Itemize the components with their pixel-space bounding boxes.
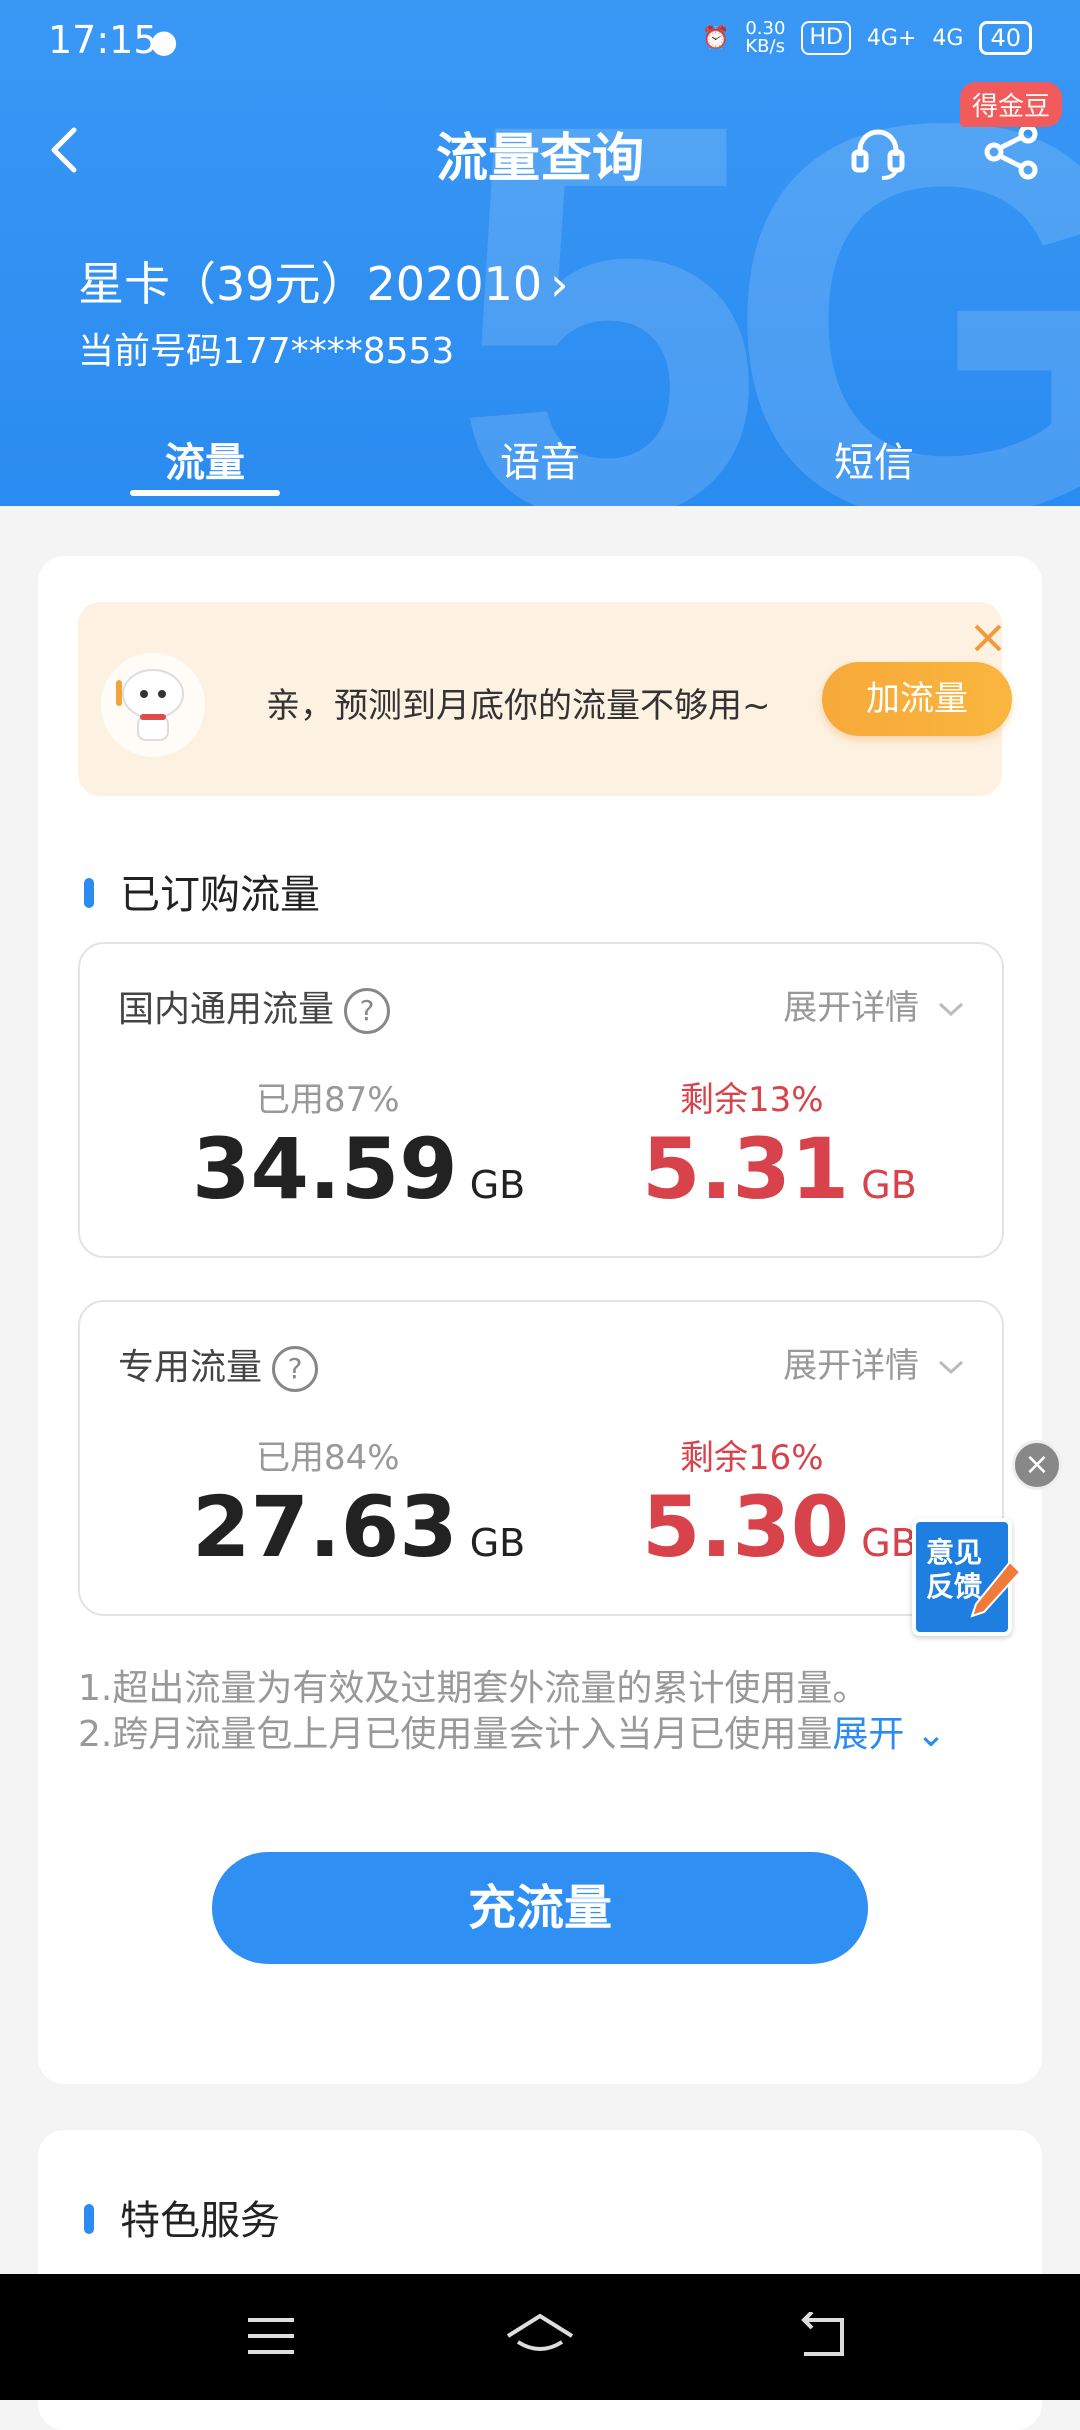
unit-label: GB — [469, 1163, 526, 1207]
tab-voice[interactable]: 语音 — [440, 430, 640, 488]
expand-details-link[interactable]: 展开详情 — [783, 1338, 966, 1387]
remain-amount: 5.30 GB — [642, 1478, 917, 1576]
chevron-right-icon: › — [550, 257, 569, 311]
used-amount: 27.63 GB — [192, 1478, 525, 1576]
top-nav: 流量查询 — [0, 100, 1080, 200]
usage-card-domestic: 国内通用流量? 展开详情 已用87% 剩余13% 34.59 GB 5.31 GB — [78, 942, 1004, 1258]
chevron-down-icon — [938, 1002, 964, 1017]
plan-name: 星卡（39元）202010 — [78, 257, 543, 311]
tab-data[interactable]: 流量 — [105, 430, 305, 488]
net-speed-unit: KB/s — [745, 36, 785, 57]
chevron-down-icon — [938, 1360, 964, 1375]
section-label: 特色服务 — [120, 2198, 280, 2244]
used-amount: 34.59 GB — [192, 1120, 525, 1218]
unit-label: GB — [469, 1521, 526, 1565]
usage-name: 国内通用流量? — [118, 980, 391, 1034]
section-accent-bar — [84, 878, 94, 908]
unit-label: GB — [861, 1163, 917, 1207]
remain-value: 5.30 — [642, 1478, 850, 1576]
remain-value: 5.31 — [642, 1120, 850, 1218]
note-line-1: 1.超出流量为有效及过期套外流量的累计使用量。 — [78, 1668, 869, 1709]
section-title-features: 特色服务 — [84, 2188, 280, 2246]
remain-amount: 5.31 GB — [642, 1120, 917, 1218]
used-percent: 已用87% — [256, 1080, 400, 1120]
section-label: 已订购流量 — [120, 872, 320, 918]
note-line-2-text: 2.跨月流量包上月已使用量会计入当月已使用量 — [78, 1714, 833, 1755]
help-icon[interactable]: ? — [272, 1346, 319, 1392]
home-icon[interactable] — [504, 2312, 576, 2364]
help-icon[interactable]: ? — [344, 988, 391, 1034]
main-card: 亲，预测到月底你的流量不够用~ 加流量 已订购流量 国内通用流量? 展开详情 已… — [38, 556, 1042, 2084]
used-percent: 已用84% — [256, 1438, 400, 1478]
usage-name: 专用流量? — [118, 1338, 319, 1392]
active-tab-indicator — [130, 490, 280, 496]
status-bar: 17:15 ● ⏰ 0.30 KB/s HD 4G+ 4G 40 — [0, 0, 1080, 80]
unit-label: GB — [861, 1521, 917, 1565]
menu-icon[interactable] — [244, 2312, 298, 2360]
expand-details-link[interactable]: 展开详情 — [783, 980, 966, 1029]
notes-expand-link[interactable]: 展开 ⌄ — [832, 1714, 946, 1755]
page-title: 流量查询 — [435, 129, 644, 189]
signal-4gplus: 4G+ — [866, 25, 917, 51]
notes-expand-label: 展开 — [832, 1714, 905, 1755]
usage-name-text: 专用流量 — [118, 1347, 263, 1388]
add-data-button[interactable]: 加流量 — [822, 662, 1012, 736]
current-number: 当前号码177****8553 — [78, 331, 455, 372]
feedback-floating-button[interactable]: 意见 反馈 — [912, 1508, 1022, 1636]
expand-label: 展开详情 — [783, 988, 920, 1028]
close-icon[interactable] — [968, 618, 1008, 658]
hd-badge: HD — [801, 21, 851, 55]
status-right: ⏰ 0.30 KB/s HD 4G+ 4G 40 — [702, 20, 1032, 56]
section-accent-bar — [84, 2204, 94, 2234]
signal-4g: 4G — [932, 25, 964, 51]
expand-label: 展开详情 — [783, 1346, 920, 1386]
net-speed: 0.30 KB/s — [745, 20, 785, 56]
alarm-icon: ⏰ — [701, 25, 730, 51]
tab-bar: 流量 语音 短信 — [0, 420, 1080, 506]
header: 5G 17:15 ● ⏰ 0.30 KB/s HD 4G+ 4G 40 流量查询 — [0, 0, 1080, 506]
remain-percent: 剩余13% — [680, 1080, 824, 1120]
mascot-icon — [101, 653, 205, 757]
used-value: 34.59 — [192, 1120, 458, 1218]
system-navigation-bar — [0, 2274, 1080, 2400]
gold-bean-badge[interactable]: 得金豆 — [960, 82, 1063, 127]
prediction-notice: 亲，预测到月底你的流量不够用~ 加流量 — [78, 602, 1012, 796]
remain-percent: 剩余16% — [680, 1438, 824, 1478]
share-icon[interactable] — [980, 120, 1044, 184]
note-line-2: 2.跨月流量包上月已使用量会计入当月已使用量展开 ⌄ — [78, 1712, 946, 1758]
tab-sms[interactable]: 短信 — [774, 430, 974, 488]
section-title-subscribed: 已订购流量 — [84, 862, 320, 920]
battery-icon: 40 — [979, 21, 1032, 55]
plan-selector[interactable]: 星卡（39元）202010 › — [78, 248, 569, 314]
recharge-data-button[interactable]: 充流量 — [212, 1852, 868, 1964]
usage-card-dedicated: 专用流量? 展开详情 已用84% 剩余16% 27.63 GB 5.30 GB — [78, 1300, 1004, 1616]
wechat-notification-icon: ● — [150, 22, 178, 60]
status-time: 17:15 — [48, 18, 158, 62]
notice-text: 亲，预测到月底你的流量不够用~ — [266, 686, 771, 726]
usage-notes: 1.超出流量为有效及过期套外流量的累计使用量。 2.跨月流量包上月已使用量会计入… — [78, 1666, 946, 1758]
back-nav-icon[interactable] — [796, 2312, 852, 2360]
feedback-close-icon[interactable]: × — [1012, 1440, 1062, 1490]
pencil-icon — [970, 1560, 1022, 1618]
used-value: 27.63 — [192, 1478, 458, 1576]
customer-service-icon[interactable] — [846, 120, 910, 184]
usage-name-text: 国内通用流量 — [118, 989, 335, 1030]
